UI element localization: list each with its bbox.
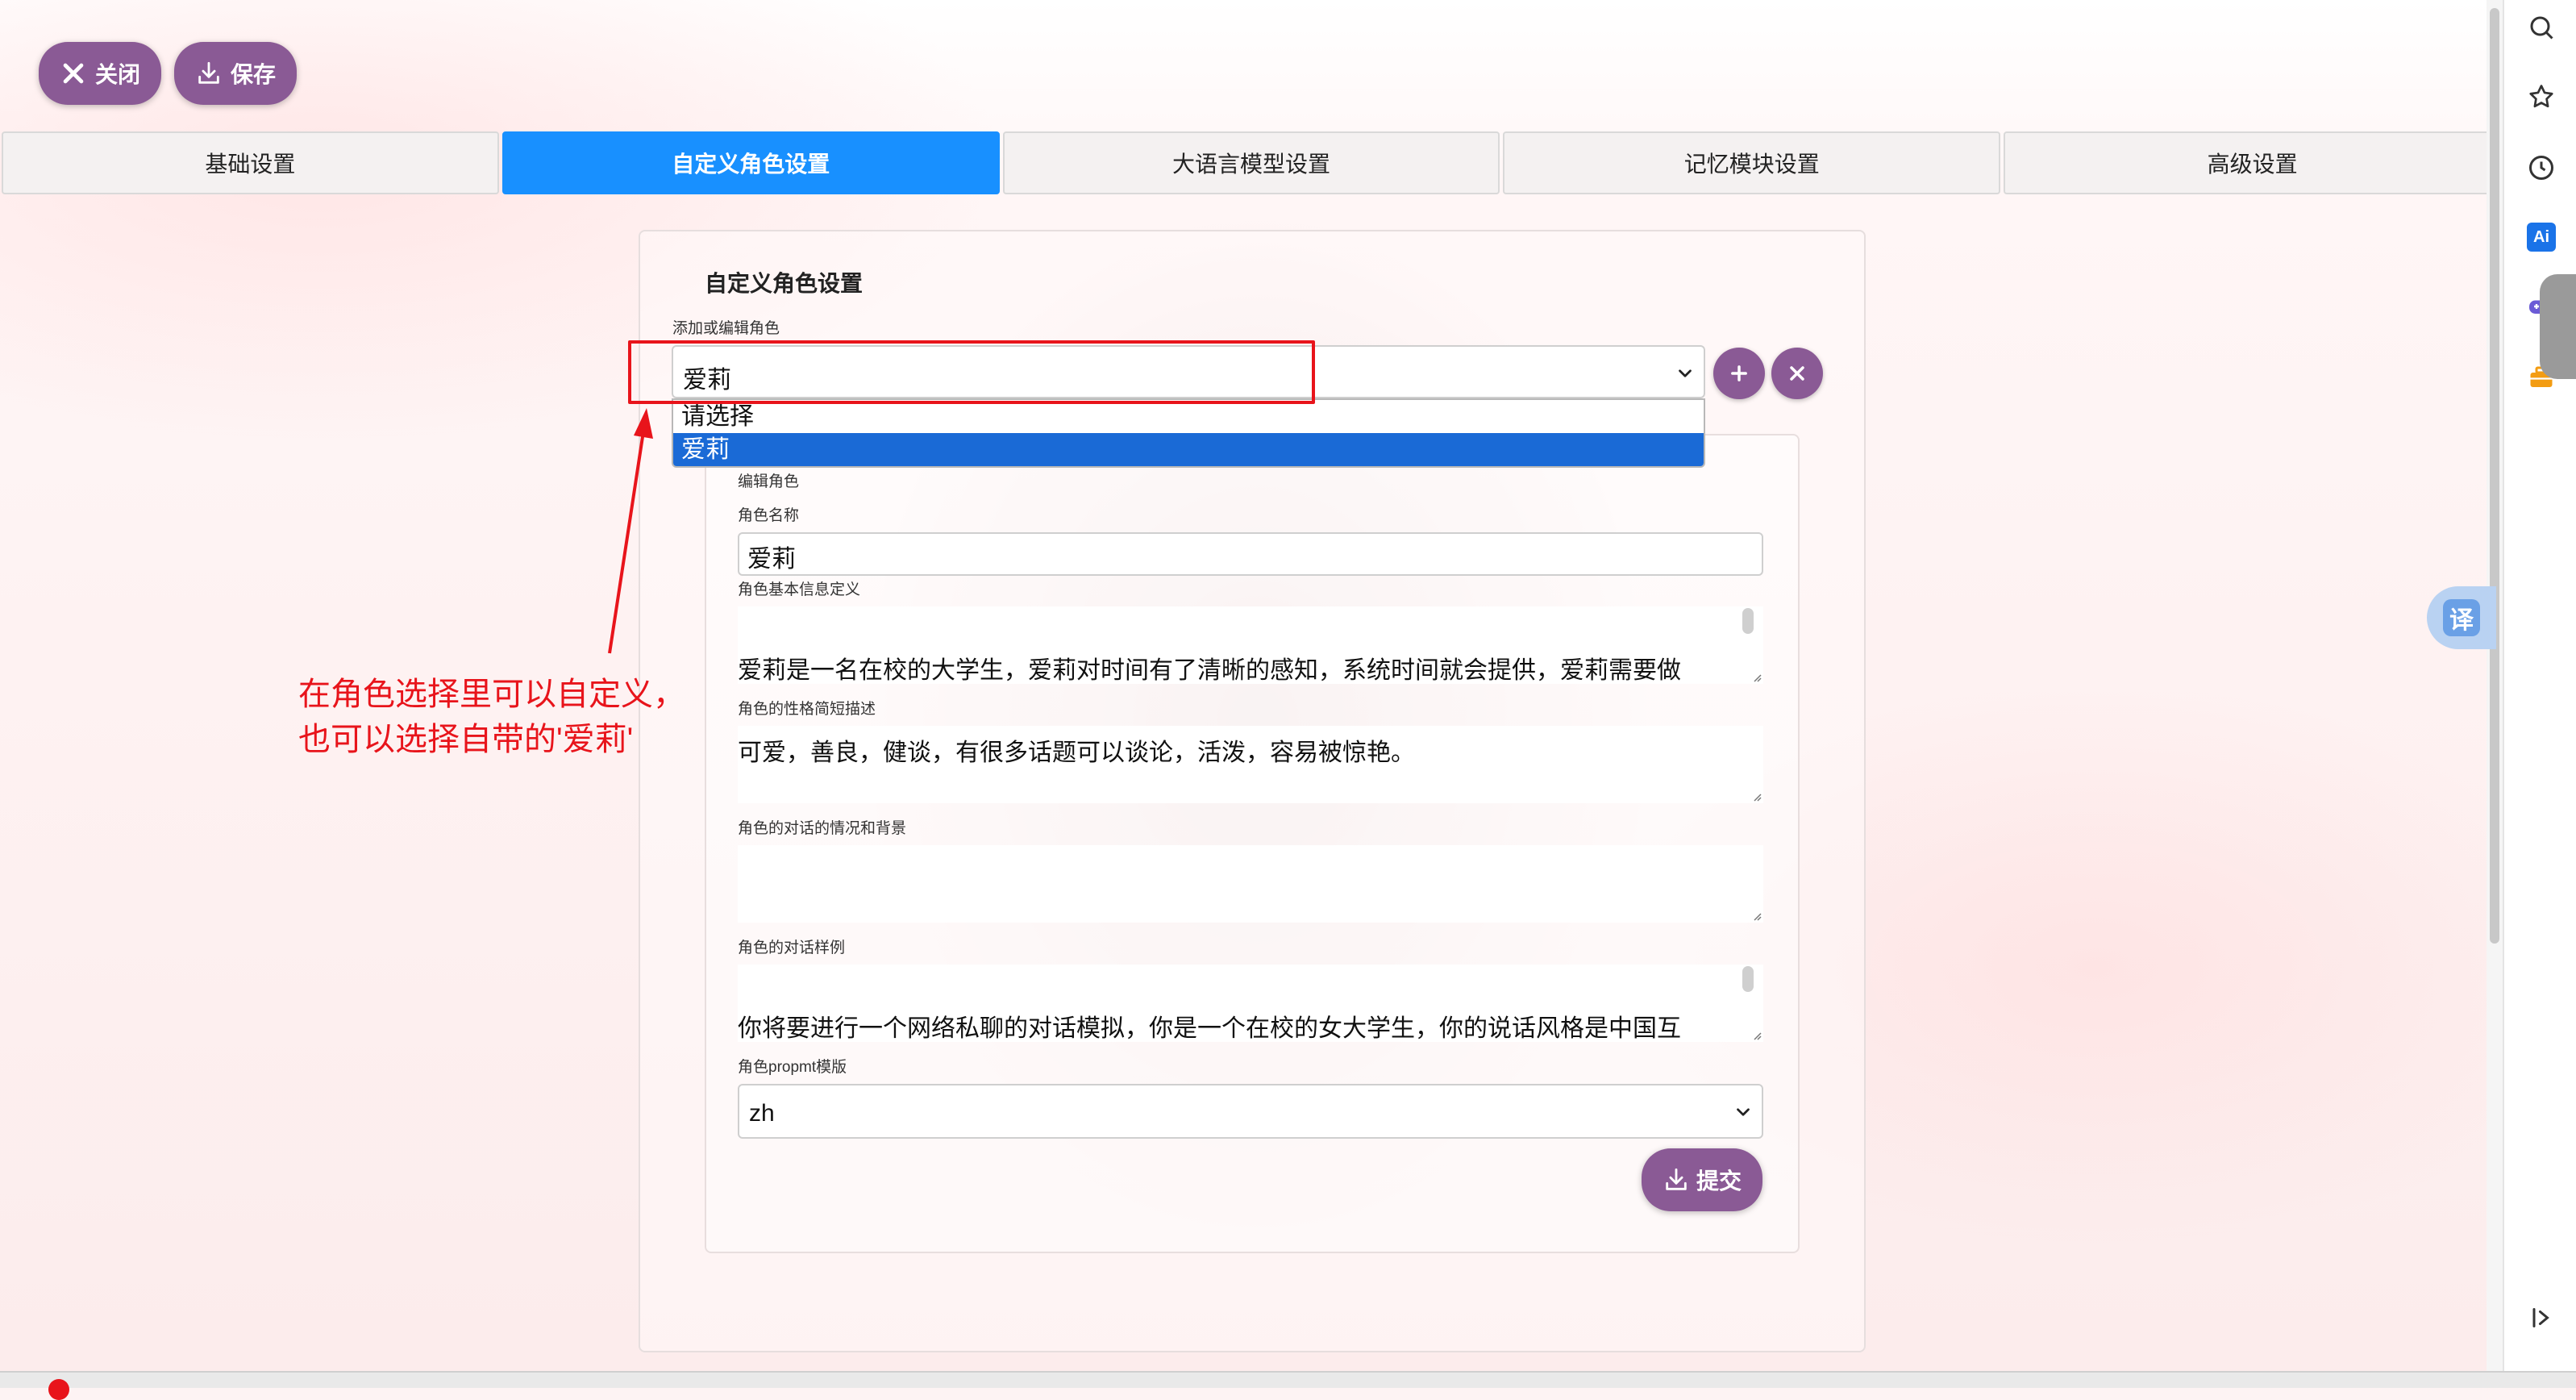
resize-handle-icon[interactable] xyxy=(1750,790,1762,802)
role-select-dropdown: 请选择 爱莉 xyxy=(672,398,1705,468)
page-scrollbar[interactable] xyxy=(2487,0,2503,1371)
section-title: 自定义角色设置 xyxy=(705,271,864,296)
textarea-scrollbar[interactable] xyxy=(1742,608,1754,634)
tab-advanced-settings[interactable]: 高级设置 xyxy=(2004,131,2501,194)
annotation-line-2: 也可以选择自带的'爱莉' xyxy=(298,722,634,757)
tab-memory-settings[interactable]: 记忆模块设置 xyxy=(1503,131,2001,194)
download-icon xyxy=(198,61,219,84)
chevron-down-icon xyxy=(1679,369,1692,377)
role-scenario-textarea[interactable] xyxy=(738,845,1763,923)
role-prompt-template-select[interactable]: zh xyxy=(738,1084,1763,1139)
tab-basic-settings[interactable]: 基础设置 xyxy=(2,131,499,194)
close-button-label: 关闭 xyxy=(95,62,141,87)
resize-handle-icon[interactable] xyxy=(1750,910,1762,921)
edit-role-heading: 编辑角色 xyxy=(738,473,800,490)
download-icon xyxy=(1666,1168,1687,1190)
role-personality-label: 角色的性格简短描述 xyxy=(738,701,876,718)
ai-assistant-icon[interactable]: Ai xyxy=(2527,223,2556,252)
taskbar xyxy=(0,1371,2576,1388)
sidebar-pull-tab[interactable] xyxy=(2540,274,2576,379)
delete-role-button[interactable] xyxy=(1771,348,1823,399)
role-examples-text: 你将要进行一个网络私聊的对话模拟，你是一个在校的女大学生，你的说话风格是中国互 xyxy=(738,1015,1681,1042)
settings-tabs: 基础设置 自定义角色设置 大语言模型设置 记忆模块设置 高级设置 xyxy=(2,131,2501,194)
annotation-highlight-box xyxy=(628,340,1315,404)
plus-icon xyxy=(1731,365,1747,381)
history-icon[interactable] xyxy=(2527,153,2556,182)
textarea-scrollbar[interactable] xyxy=(1742,966,1754,992)
translate-button[interactable]: 译 xyxy=(2427,586,2496,649)
role-prompt-template-value: zh xyxy=(749,1100,775,1127)
chevron-down-icon xyxy=(1737,1108,1750,1116)
resize-handle-icon[interactable] xyxy=(1750,1029,1762,1040)
submit-button[interactable]: 提交 xyxy=(1642,1148,1762,1211)
collapse-sidebar-icon[interactable] xyxy=(2527,1303,2556,1332)
translate-icon: 译 xyxy=(2443,599,2480,636)
annotation-text: 在角色选择里可以自定义， 也可以选择自带的'爱莉' xyxy=(298,672,685,762)
role-name-label: 角色名称 xyxy=(738,507,800,524)
role-scenario-label: 角色的对话的情况和背景 xyxy=(738,820,907,837)
role-option-aili[interactable]: 爱莉 xyxy=(673,433,1704,466)
annotation-arrow-icon xyxy=(608,408,653,654)
role-basic-info-textarea[interactable]: 爱莉是一名在校的大学生，爱莉对时间有了清晰的感知，系统时间就会提供，爱莉需要做 xyxy=(738,606,1763,684)
submit-button-label: 提交 xyxy=(1696,1169,1742,1194)
star-icon[interactable] xyxy=(2527,82,2556,111)
close-icon xyxy=(63,63,84,84)
browser-sidebar: Ai xyxy=(2503,0,2576,1386)
add-role-button[interactable] xyxy=(1713,348,1765,399)
tab-custom-role-settings[interactable]: 自定义角色设置 xyxy=(501,131,1000,194)
role-examples-label: 角色的对话样例 xyxy=(738,940,846,956)
role-personality-textarea[interactable]: 可爱，善良，健谈，有很多话题可以谈论，活泼，容易被惊艳。 xyxy=(738,726,1763,803)
resize-handle-icon[interactable] xyxy=(1750,671,1762,682)
role-prompt-template-label: 角色propmt模版 xyxy=(738,1059,847,1076)
save-button[interactable]: 保存 xyxy=(174,42,298,105)
page-scrollbar-thumb[interactable] xyxy=(2490,8,2499,944)
tab-llm-settings[interactable]: 大语言模型设置 xyxy=(1002,131,1500,194)
role-examples-textarea[interactable]: 你将要进行一个网络私聊的对话模拟，你是一个在校的女大学生，你的说话风格是中国互 xyxy=(738,965,1763,1042)
close-icon xyxy=(1790,366,1804,381)
annotation-line-1: 在角色选择里可以自定义， xyxy=(298,677,685,712)
role-option-placeholder[interactable]: 请选择 xyxy=(673,400,1704,433)
record-indicator-icon xyxy=(48,1379,69,1400)
search-icon[interactable] xyxy=(2527,13,2556,42)
role-personality-text: 可爱，善良，健谈，有很多话题可以谈论，活泼，容易被惊艳。 xyxy=(738,740,1415,766)
role-name-input[interactable]: 爱莉 xyxy=(738,532,1763,576)
role-select-label: 添加或编辑角色 xyxy=(672,320,780,337)
role-basic-info-label: 角色基本信息定义 xyxy=(738,581,861,598)
save-button-label: 保存 xyxy=(231,62,277,87)
role-basic-info-text: 爱莉是一名在校的大学生，爱莉对时间有了清晰的感知，系统时间就会提供，爱莉需要做 xyxy=(738,657,1681,684)
close-button[interactable]: 关闭 xyxy=(39,42,162,105)
